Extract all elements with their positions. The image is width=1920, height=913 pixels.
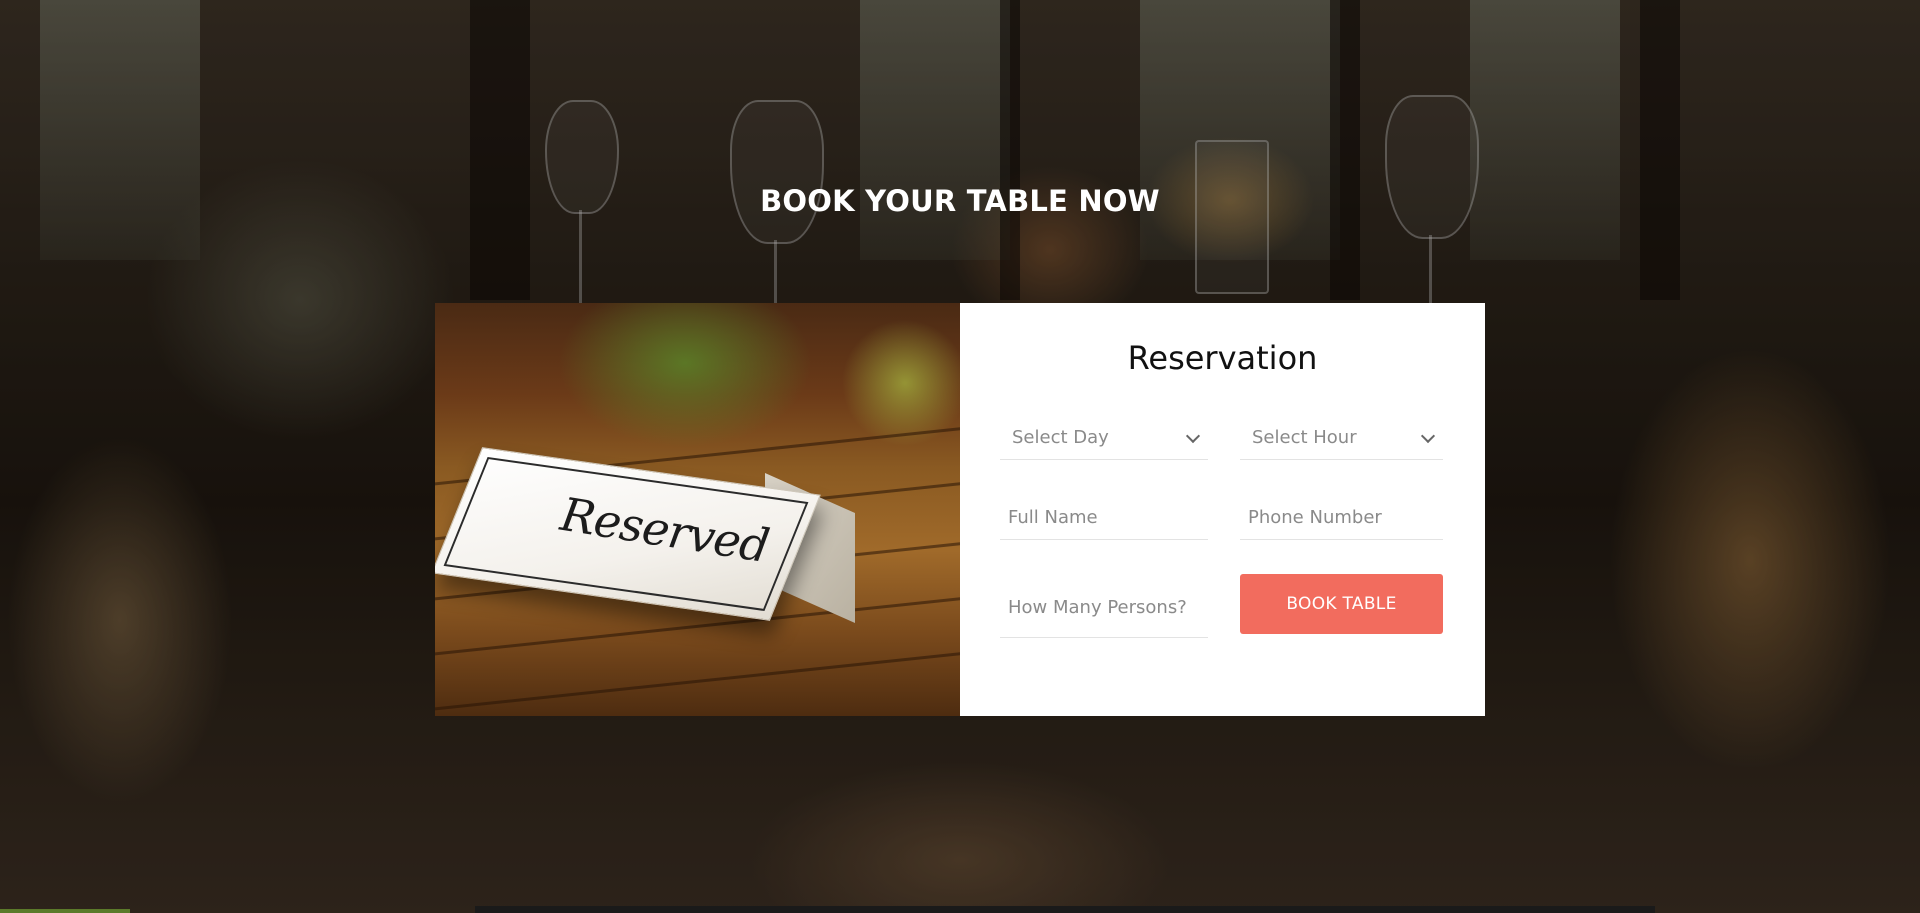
- book-table-button[interactable]: BOOK TABLE: [1240, 574, 1443, 634]
- select-day-value: Select Day: [1012, 427, 1109, 448]
- chevron-down-icon: [1420, 428, 1436, 443]
- phone-number-field: [1240, 495, 1443, 540]
- table-plank: [435, 644, 960, 715]
- full-name-input[interactable]: [1008, 506, 1208, 528]
- page-title: BOOK YOUR TABLE NOW: [760, 184, 1160, 218]
- select-hour-value: Select Hour: [1252, 427, 1357, 448]
- reserved-table-photo: Reserved: [435, 303, 960, 716]
- persons-input[interactable]: [1008, 597, 1208, 618]
- bottom-edge-strip: [0, 909, 130, 913]
- reservation-hero-section: BOOK YOUR TABLE NOW Reserved Reservation…: [0, 0, 1920, 913]
- select-hour-dropdown[interactable]: Select Hour: [1240, 416, 1443, 460]
- phone-number-input[interactable]: [1248, 506, 1443, 528]
- full-name-field: [1000, 495, 1208, 540]
- persons-field: [1000, 578, 1208, 638]
- reservation-card: Reserved Reservation Select Day Select H…: [435, 303, 1485, 716]
- bottom-edge-bar: [475, 906, 1655, 913]
- reservation-form: Reservation Select Day Select Hour BOOK …: [960, 303, 1485, 716]
- select-day-dropdown[interactable]: Select Day: [1000, 416, 1208, 460]
- chevron-down-icon: [1185, 428, 1201, 443]
- form-title: Reservation: [1127, 339, 1318, 377]
